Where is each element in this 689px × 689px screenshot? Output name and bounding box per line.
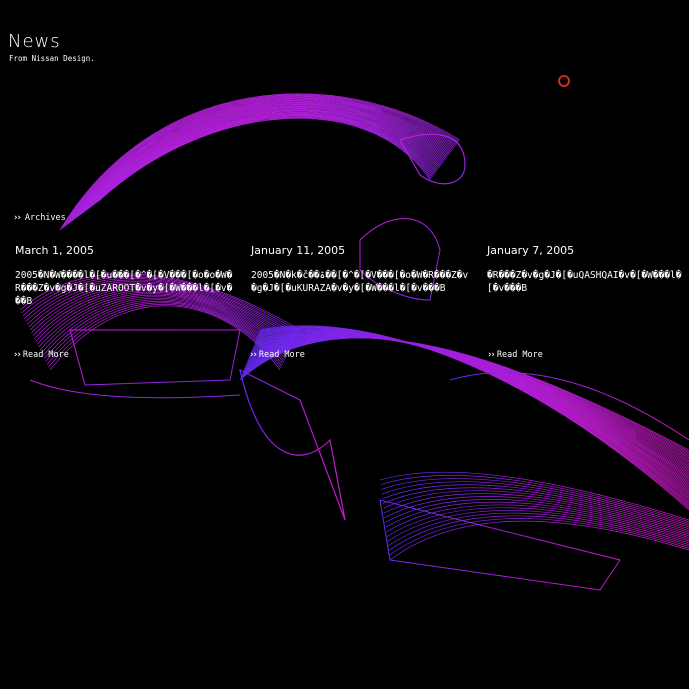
double-chevron-right-icon: ›› <box>487 350 496 360</box>
wireframe-line <box>254 331 689 495</box>
double-chevron-right-icon: ›› <box>249 350 258 360</box>
page-subtitle: From Nissan Design. <box>9 54 95 63</box>
news-item: January 11, 2005 2005�N�k�č��ۃ��[�^�[�V�… <box>251 244 471 295</box>
read-more-label: Read More <box>496 350 543 360</box>
wireframe-car-background <box>19 93 689 591</box>
wireframe-line <box>69 329 241 386</box>
wireframe-line <box>49 305 281 371</box>
double-chevron-right-icon: ›› <box>13 350 22 360</box>
wireframe-line <box>257 328 689 505</box>
read-more-link[interactable]: ›› Read More <box>249 350 305 360</box>
news-body[interactable]: 2005�N�W����l�[�u���[�^�[�V���[�o�o�W�R�… <box>15 269 235 308</box>
wireframe-line <box>381 478 689 524</box>
wireframe-line <box>258 326 689 508</box>
read-more-link[interactable]: ›› Read More <box>13 350 69 360</box>
news-date: January 11, 2005 <box>251 244 346 257</box>
news-item: January 7, 2005 �R���Z�v�g�J�[�uQASHQAI�… <box>487 244 687 295</box>
archives-label: Archives <box>24 213 66 223</box>
circle-outline-icon <box>558 75 570 87</box>
read-more-link[interactable]: ›› Read More <box>487 350 543 360</box>
double-chevron-right-icon: ›› <box>13 213 22 223</box>
news-date: March 1, 2005 <box>15 244 95 257</box>
wireframe-line <box>255 330 689 498</box>
page-title: News <box>8 31 61 52</box>
news-body[interactable]: �R���Z�v�g�J�[�uQASHQAI�v�[�W���l�[�v���… <box>487 269 687 295</box>
wireframe-line <box>29 379 241 399</box>
wireframe-line <box>255 330 689 497</box>
read-more-label: Read More <box>22 350 69 360</box>
wireframe-line <box>239 368 346 521</box>
wireframe-line <box>256 329 689 500</box>
wireframe-line <box>388 512 689 547</box>
news-body[interactable]: 2005�N�k�č��ۃ��[�^�[�V���[�o�W�R���Z�v�g… <box>251 269 471 295</box>
news-date: January 7, 2005 <box>487 244 575 257</box>
wireframe-car-lower <box>239 325 689 591</box>
read-more-label: Read More <box>258 350 305 360</box>
archives-link[interactable]: ›› Archives <box>13 213 66 223</box>
wireframe-line <box>379 471 689 521</box>
news-item: March 1, 2005 2005�N�W����l�[�u���[�^�[�… <box>15 244 235 308</box>
wireframe-line <box>256 329 689 502</box>
